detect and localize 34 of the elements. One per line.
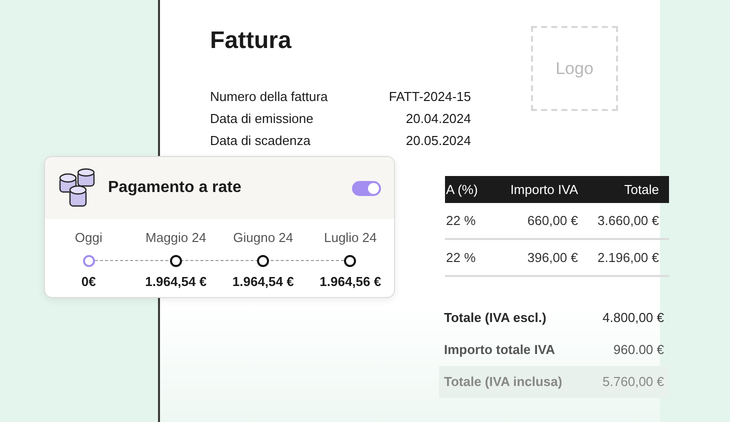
step-amount: 0€ (81, 273, 96, 290)
coins-icon (58, 168, 96, 208)
column-header: A (%) (445, 180, 479, 199)
table-cell-text: 3.660,00 € (596, 212, 660, 230)
installments-toggle[interactable] (352, 180, 381, 196)
total-value: 960.00 € (613, 341, 664, 360)
total-value: 4.800,00 € (602, 309, 664, 328)
table-cell-text: 22 % (445, 212, 477, 230)
table-cell-text: 22 % (445, 248, 477, 267)
step-date: Oggi (74, 229, 102, 246)
step-date: Giugno 24 (233, 229, 294, 246)
detail-label: Data di emissione (210, 110, 314, 127)
detail-label: Numero della fattura (210, 88, 329, 105)
step-date: Luglio 24 (324, 229, 377, 246)
step-date: Maggio 24 (146, 229, 206, 246)
column-header: Totale (623, 180, 660, 199)
invoice-title: Fattura (210, 26, 292, 56)
card-title: Pagamento a rate (108, 178, 242, 198)
column-header: Importo IVA (509, 180, 578, 199)
detail-label: Data di scadenza (210, 132, 312, 149)
step-amount: 1.964,54 € (232, 273, 294, 290)
logo-upload-field[interactable]: Logo (531, 26, 618, 111)
total-label: Totale (IVA inclusa) (444, 373, 562, 392)
detail-value: 20.04.2024 (404, 110, 471, 127)
detail-value: 20.05.2024 (404, 132, 471, 149)
table-cell-text: 2.196,00 € (596, 248, 660, 267)
total-value: 5.760,00 € (602, 373, 664, 392)
step-amount: 1.964,56 € (320, 273, 382, 290)
step-amount: 1.964,54 € (145, 273, 207, 290)
table-cell-text: 660,00 € (526, 212, 578, 230)
total-label: Importo totale IVA (444, 341, 555, 360)
total-label: Totale (IVA escl.) (444, 309, 546, 328)
detail-value: FATT-2024-15 (388, 88, 471, 105)
table-cell-text: 396,00 € (526, 248, 578, 267)
